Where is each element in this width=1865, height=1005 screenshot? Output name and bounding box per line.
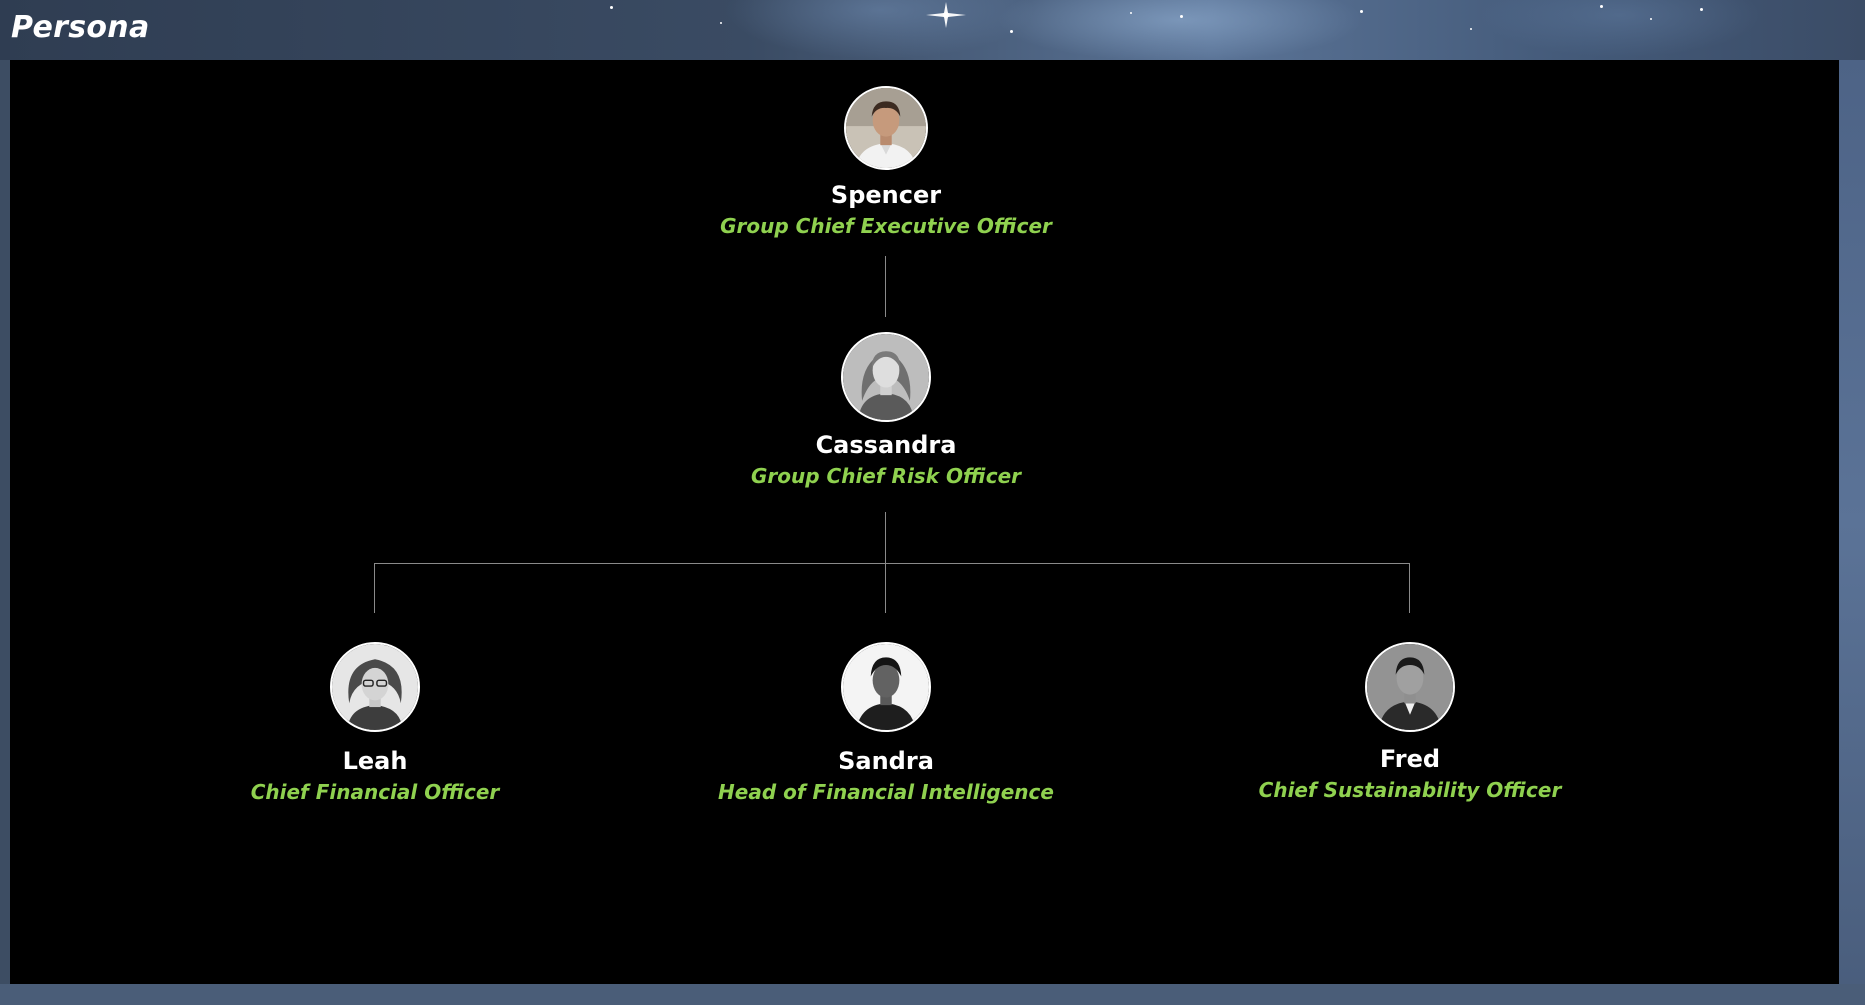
- decorative-star: [1010, 30, 1013, 33]
- person-photo-icon: [843, 644, 929, 730]
- person-name: Sandra: [838, 747, 934, 775]
- org-node-root: Spencer Group Chief Executive Officer: [646, 86, 1126, 240]
- decorative-star: [1360, 10, 1363, 13]
- connector-to-leah: [374, 563, 375, 613]
- person-role: Chief Financial Officer: [250, 780, 500, 804]
- avatar: [330, 642, 420, 732]
- avatar: [1365, 642, 1455, 732]
- sparkle-icon: [926, 2, 966, 28]
- decorative-star: [1700, 8, 1703, 11]
- org-node-report-sandra: Sandra Head of Financial Intelligence: [646, 642, 1126, 806]
- bottom-frame: [0, 984, 1865, 1005]
- connector-to-fred: [1409, 563, 1410, 613]
- avatar: [844, 86, 928, 170]
- decorative-star: [1130, 12, 1132, 14]
- avatar: [841, 332, 931, 422]
- org-node-manager: Cassandra Group Chief Risk Officer: [646, 332, 1126, 490]
- header-banner: Persona: [0, 0, 1865, 60]
- decorative-star: [610, 6, 613, 9]
- person-role: Chief Sustainability Officer: [1258, 778, 1562, 802]
- org-node-report-leah: Leah Chief Financial Officer: [135, 642, 615, 806]
- person-role: Head of Financial Intelligence: [718, 780, 1054, 804]
- decorative-star: [720, 22, 722, 24]
- person-photo-icon: [843, 334, 929, 420]
- page-title: Persona: [11, 10, 150, 45]
- person-photo-icon: [846, 88, 926, 168]
- decorative-star: [1180, 15, 1183, 18]
- person-name: Spencer: [830, 181, 942, 209]
- person-role: Group Chief Executive Officer: [720, 214, 1052, 238]
- person-photo-icon: [332, 644, 418, 730]
- person-name: Cassandra: [815, 431, 957, 459]
- decorative-star: [1470, 28, 1472, 30]
- person-name: Leah: [342, 747, 408, 775]
- decorative-star: [1650, 18, 1652, 20]
- person-role: Group Chief Risk Officer: [751, 464, 1021, 488]
- org-node-report-fred: Fred Chief Sustainability Officer: [1170, 642, 1650, 804]
- connector-horizontal-bus: [374, 563, 1410, 564]
- connector-root-to-manager: [885, 256, 886, 317]
- avatar: [841, 642, 931, 732]
- org-chart-canvas: Spencer Group Chief Executive Officer Ca…: [10, 60, 1839, 984]
- side-frame: [1839, 60, 1865, 984]
- person-name: Fred: [1379, 745, 1441, 773]
- person-photo-icon: [1367, 644, 1453, 730]
- decorative-star: [1600, 5, 1603, 8]
